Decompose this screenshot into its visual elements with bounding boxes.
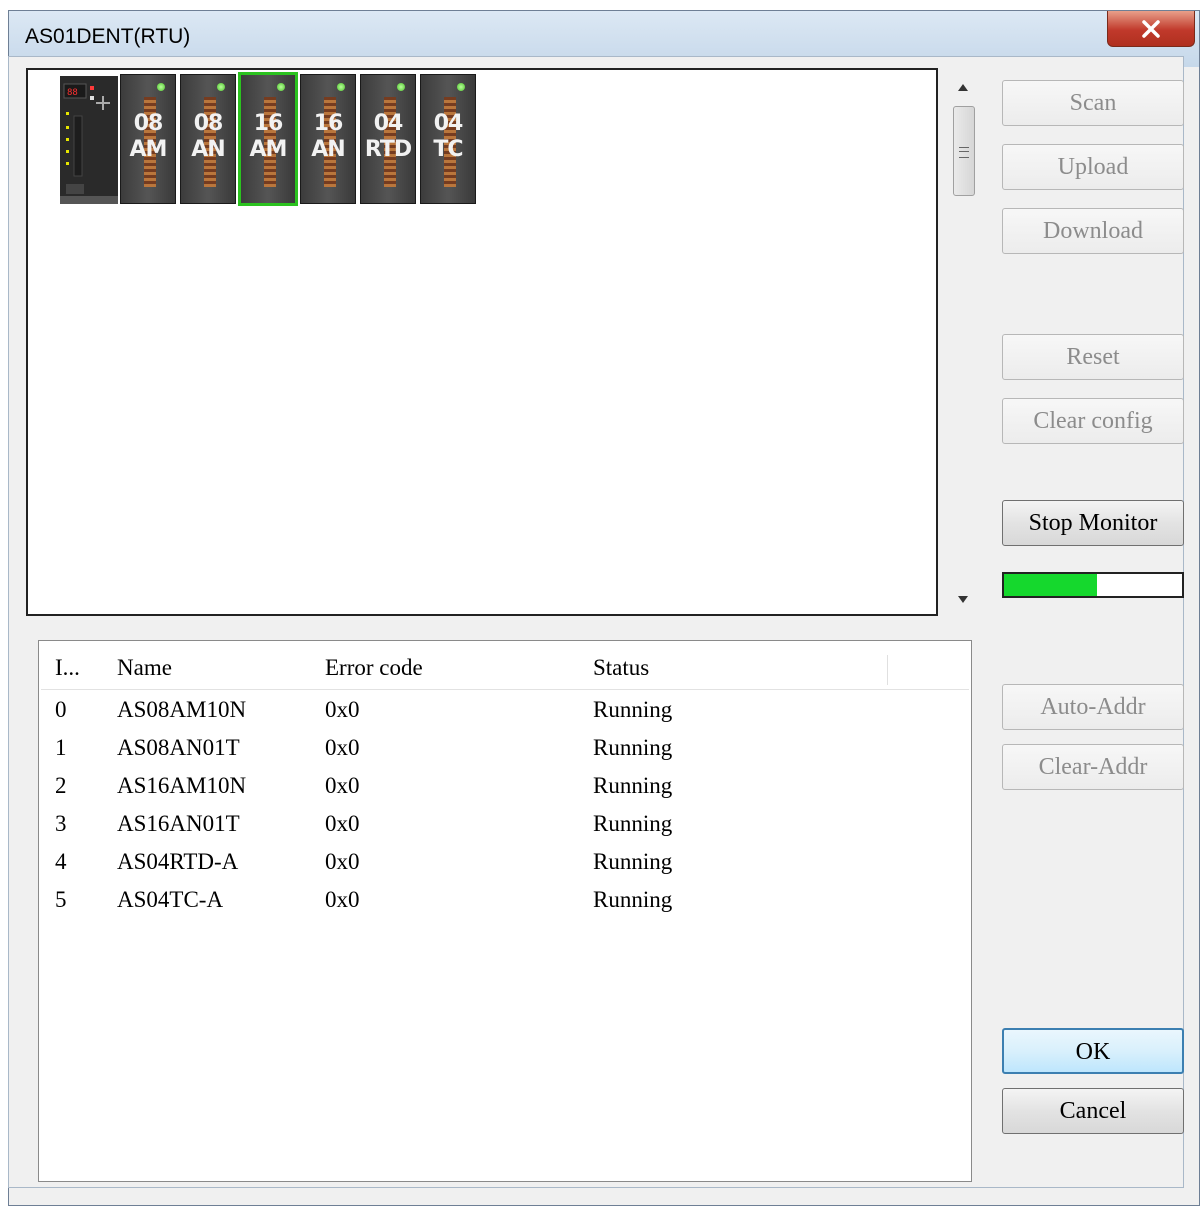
- close-icon: [1142, 19, 1160, 38]
- status-led-icon: [277, 83, 285, 91]
- row-name: AS04RTD-A: [117, 849, 239, 874]
- scroll-up-arrow-icon[interactable]: [958, 84, 968, 91]
- status-led-icon: [397, 83, 405, 91]
- ok-button[interactable]: OK: [1002, 1028, 1184, 1074]
- progress-fill: [1004, 574, 1097, 596]
- row-error-code: 0x0: [325, 773, 360, 798]
- column-header-error-code[interactable]: Error code: [325, 655, 423, 681]
- io-module-slot[interactable]: 08 AM: [120, 74, 176, 204]
- row-error-code: 0x0: [325, 735, 360, 760]
- module-label-line2: AN: [191, 137, 225, 162]
- column-header-status[interactable]: Status: [593, 655, 649, 681]
- module-label: 16 AM: [241, 111, 295, 163]
- status-led-icon: [457, 83, 465, 91]
- row-status: Running: [593, 849, 673, 874]
- table-row[interactable]: 5 AS04TC-A 0x0 Running: [41, 883, 969, 921]
- row-index: 1: [55, 735, 67, 760]
- row-status: Running: [593, 887, 673, 912]
- module-label-line1: 08: [133, 111, 164, 136]
- module-list[interactable]: I... Name Error code Status 0 AS08AM10N 0x…: [38, 640, 972, 1182]
- column-header-name[interactable]: Name: [117, 655, 172, 681]
- module-label: 16 AN: [301, 111, 355, 163]
- cpu-module-icon: 88: [60, 76, 118, 204]
- row-name: AS16AM10N: [117, 773, 247, 798]
- status-led-icon: [337, 83, 345, 91]
- row-name: AS04TC-A: [117, 887, 224, 912]
- module-label: 04 TC: [421, 111, 475, 163]
- window-title: AS01DENT(RTU): [25, 25, 191, 48]
- scroll-thumb[interactable]: [953, 106, 975, 196]
- module-label: 08 AM: [121, 111, 175, 163]
- scroll-down-arrow-icon[interactable]: [958, 596, 968, 603]
- monitor-progress-bar: [1002, 572, 1184, 598]
- row-error-code: 0x0: [325, 811, 360, 836]
- io-module-slot[interactable]: 16 AM: [238, 72, 298, 206]
- list-header: I... Name Error code Status: [41, 647, 969, 690]
- rack-vertical-scrollbar[interactable]: [946, 70, 980, 614]
- row-status: Running: [593, 773, 673, 798]
- table-row[interactable]: 3 AS16AN01T 0x0 Running: [41, 807, 969, 845]
- io-module-slot[interactable]: 04 RTD: [360, 74, 416, 204]
- row-index: 2: [55, 773, 67, 798]
- column-separator: [887, 655, 888, 685]
- module-label-line1: 04: [373, 111, 404, 136]
- cancel-button[interactable]: Cancel: [1002, 1088, 1184, 1134]
- upload-button[interactable]: Upload: [1002, 144, 1184, 190]
- module-label-line2: RTD: [364, 137, 412, 162]
- row-error-code: 0x0: [325, 887, 360, 912]
- row-name: AS08AM10N: [117, 697, 247, 722]
- close-button[interactable]: [1107, 11, 1195, 47]
- row-index: 3: [55, 811, 67, 836]
- row-error-code: 0x0: [325, 697, 360, 722]
- rack-view: 88 08 AM 08 AN 16 AM 16 AN 04 RTD 04 TC: [26, 68, 938, 616]
- module-label-line1: 04: [433, 111, 464, 136]
- auto-addr-button[interactable]: Auto-Addr: [1002, 684, 1184, 730]
- io-module-slot[interactable]: 16 AN: [300, 74, 356, 204]
- module-label-line1: 08: [193, 111, 224, 136]
- status-led-icon: [157, 83, 165, 91]
- module-label-line2: AN: [311, 137, 345, 162]
- clear-addr-button[interactable]: Clear-Addr: [1002, 744, 1184, 790]
- grip-icon: [959, 147, 969, 158]
- cpu-module[interactable]: 88: [60, 76, 118, 204]
- module-label-line2: TC: [433, 137, 463, 162]
- row-name: AS16AN01T: [117, 811, 240, 836]
- module-label-line1: 16: [313, 111, 344, 136]
- module-label-line2: AM: [249, 137, 288, 162]
- table-row[interactable]: 4 AS04RTD-A 0x0 Running: [41, 845, 969, 883]
- module-label-line2: AM: [129, 137, 168, 162]
- row-status: Running: [593, 735, 673, 760]
- stop-monitor-button[interactable]: Stop Monitor: [1002, 500, 1184, 546]
- row-error-code: 0x0: [325, 849, 360, 874]
- table-row[interactable]: 0 AS08AM10N 0x0 Running: [41, 693, 969, 731]
- row-status: Running: [593, 811, 673, 836]
- reset-button[interactable]: Reset: [1002, 334, 1184, 380]
- io-module-slot[interactable]: 04 TC: [420, 74, 476, 204]
- module-label: 04 RTD: [361, 111, 415, 163]
- svg-text:88: 88: [67, 88, 78, 98]
- row-index: 0: [55, 697, 67, 722]
- module-label-line1: 16: [253, 111, 284, 136]
- table-row[interactable]: 2 AS16AM10N 0x0 Running: [41, 769, 969, 807]
- status-led-icon: [217, 83, 225, 91]
- table-row[interactable]: 1 AS08AN01T 0x0 Running: [41, 731, 969, 769]
- module-label: 08 AN: [181, 111, 235, 163]
- scan-button[interactable]: Scan: [1002, 80, 1184, 126]
- download-button[interactable]: Download: [1002, 208, 1184, 254]
- clear-config-button[interactable]: Clear config: [1002, 398, 1184, 444]
- column-header-index[interactable]: I...: [55, 655, 80, 681]
- io-module-slot[interactable]: 08 AN: [180, 74, 236, 204]
- row-name: AS08AN01T: [117, 735, 240, 760]
- row-index: 5: [55, 887, 67, 912]
- row-index: 4: [55, 849, 67, 874]
- row-status: Running: [593, 697, 673, 722]
